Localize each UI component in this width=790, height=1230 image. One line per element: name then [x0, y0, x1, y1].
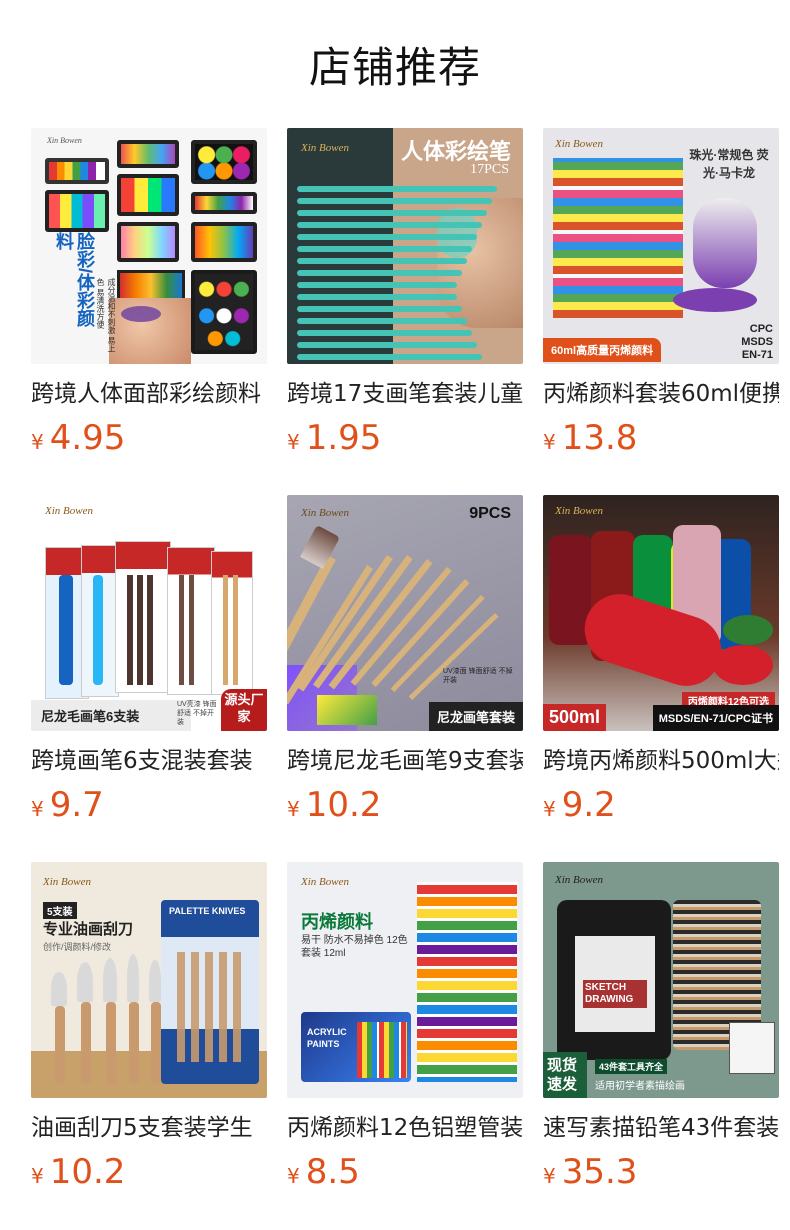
- product-title[interactable]: 跨境画笔6支混装套装: [31, 747, 267, 775]
- product-image-main-text: 丙烯颜料: [301, 912, 373, 932]
- price-value: 9.2: [561, 785, 616, 825]
- product-image-side-text: 成分温和不刺激 易上色 易清洗方便: [96, 278, 116, 353]
- product-title[interactable]: 跨境丙烯颜料500ml大瓶: [543, 747, 779, 775]
- product-card[interactable]: Xin Bowen 珠光·常规色 荧光·马卡龙 60ml高质量丙烯颜料 CPC …: [543, 128, 779, 495]
- brand-logo: Xin Bowen: [301, 507, 349, 519]
- product-image[interactable]: Xin Bowen 尼龙毛画笔6支装 UV亮漆 锋面舒适 不掉开装 源头厂家: [31, 495, 267, 731]
- product-title[interactable]: 速写素描铅笔43件套装: [543, 1114, 779, 1142]
- page-header: 店铺推荐: [0, 0, 790, 128]
- price-value: 10.2: [305, 785, 382, 825]
- product-price: ¥ 10.2: [287, 785, 523, 825]
- product-image-badge: MSDS/EN-71/CPC证书: [652, 705, 779, 731]
- product-image[interactable]: Xin Bowen 9PCS UV漆面 锋面舒适 不掉开装 尼龙画笔套装: [287, 495, 523, 731]
- product-card[interactable]: Xin Bowen 人体彩绘笔 17PCS 跨境17支画笔套装儿童 ¥ 1.95: [287, 128, 523, 495]
- product-image-badge: SKETCH DRAWING: [583, 980, 647, 1008]
- product-image-main-text: 现货速发: [543, 1052, 587, 1098]
- product-price: ¥ 10.2: [31, 1152, 267, 1192]
- product-image[interactable]: Xin Bowen 珠光·常规色 荧光·马卡龙 60ml高质量丙烯颜料 CPC …: [543, 128, 779, 364]
- product-image[interactable]: Xin Bowen 人体彩绘笔 17PCS: [287, 128, 523, 364]
- product-price: ¥ 1.95: [287, 418, 523, 458]
- brand-logo: Xin Bowen: [555, 138, 603, 150]
- product-image[interactable]: Xin Bowen 丙烯颜料12色可选 500ml MSDS/EN-71/CPC…: [543, 495, 779, 731]
- product-image-main-text: 60ml高质量丙烯颜料: [543, 338, 662, 362]
- product-image-badge: ACRYLIC PAINTS: [307, 1027, 347, 1049]
- product-price: ¥ 4.95: [31, 418, 267, 458]
- currency-symbol: ¥: [543, 430, 556, 454]
- currency-symbol: ¥: [31, 797, 44, 821]
- product-image-side-text: 43件套工具齐全: [595, 1059, 668, 1074]
- brand-logo: Xin Bowen: [301, 142, 349, 154]
- page-title: 店铺推荐: [308, 42, 481, 92]
- product-image[interactable]: Xin Bowen SKETCH DRAWING 现货速发 43件套工具齐全 适…: [543, 862, 779, 1098]
- price-value: 1.95: [305, 418, 382, 458]
- product-price: ¥ 8.5: [287, 1152, 523, 1192]
- price-value: 9.7: [49, 785, 104, 825]
- product-image-side-text: 源头厂家: [221, 689, 267, 731]
- product-price: ¥ 9.7: [31, 785, 267, 825]
- currency-symbol: ¥: [287, 797, 300, 821]
- product-image-side-text: 17PCS: [470, 162, 509, 177]
- product-image[interactable]: Xin Bowen 5支装 专业油画刮刀 创作/调颜料/修改 PALETTE K…: [31, 862, 267, 1098]
- brand-logo: Xin Bowen: [47, 136, 82, 145]
- product-title[interactable]: 丙烯颜料12色铝塑管装: [287, 1114, 523, 1142]
- product-card[interactable]: Xin Bowen 丙烯颜料12色可选 500ml MSDS/EN-71/CPC…: [543, 495, 779, 862]
- brand-logo: Xin Bowen: [301, 876, 349, 888]
- price-value: 10.2: [49, 1152, 126, 1192]
- product-grid: Xin Bowen 脸彩/体彩颜料 成分温和不刺激 易上色 易清洗方便 跨境人体…: [0, 128, 790, 1229]
- currency-symbol: ¥: [31, 430, 44, 454]
- currency-symbol: ¥: [31, 1164, 44, 1188]
- product-image-badge: CPC MSDS EN-71: [741, 323, 773, 361]
- product-image-small-text: 创作/调颜料/修改: [43, 942, 112, 952]
- brand-logo: Xin Bowen: [555, 874, 603, 886]
- product-title[interactable]: 跨境人体面部彩绘颜料: [31, 380, 267, 408]
- product-image[interactable]: Xin Bowen 丙烯颜料 易干 防水不易掉色 12色套装 12ml ACRY…: [287, 862, 523, 1098]
- product-image-side-text: 珠光·常规色 荧光·马卡龙: [689, 148, 769, 180]
- product-image-small-text: UV亮漆 锋面舒适 不掉开装: [177, 701, 217, 726]
- product-image-main-text: 专业油画刮刀: [43, 921, 134, 938]
- product-image-side-text: 5支装: [43, 902, 77, 919]
- product-card[interactable]: Xin Bowen 5支装 专业油画刮刀 创作/调颜料/修改 PALETTE K…: [31, 862, 267, 1229]
- currency-symbol: ¥: [287, 430, 300, 454]
- currency-symbol: ¥: [287, 1164, 300, 1188]
- product-image-main-text: 尼龙毛画笔6支装: [31, 700, 191, 731]
- product-image-side-text: 9PCS: [469, 505, 511, 522]
- product-image-small-text: 适用初学者素描绘画: [595, 1081, 685, 1092]
- product-image-main-text: 500ml: [543, 704, 607, 731]
- product-card[interactable]: Xin Bowen SKETCH DRAWING 现货速发 43件套工具齐全 适…: [543, 862, 779, 1229]
- product-card[interactable]: Xin Bowen 9PCS UV漆面 锋面舒适 不掉开装 尼龙画笔套装 跨境尼…: [287, 495, 523, 862]
- product-price: ¥ 9.2: [543, 785, 779, 825]
- brand-logo: Xin Bowen: [555, 505, 603, 517]
- product-image-badge: PALETTE KNIVES: [169, 906, 246, 916]
- product-image-main-text: 尼龙画笔套装: [428, 702, 523, 731]
- product-title[interactable]: 跨境尼龙毛画笔9支套装: [287, 747, 523, 775]
- product-card[interactable]: Xin Bowen 尼龙毛画笔6支装 UV亮漆 锋面舒适 不掉开装 源头厂家 跨…: [31, 495, 267, 862]
- product-title[interactable]: 跨境17支画笔套装儿童: [287, 380, 523, 408]
- product-card[interactable]: Xin Bowen 脸彩/体彩颜料 成分温和不刺激 易上色 易清洗方便 跨境人体…: [31, 128, 267, 495]
- product-price: ¥ 13.8: [543, 418, 779, 458]
- price-value: 13.8: [561, 418, 638, 458]
- currency-symbol: ¥: [543, 797, 556, 821]
- product-image-small-text: UV漆面 锋面舒适 不掉开装: [443, 668, 513, 684]
- product-card[interactable]: Xin Bowen 丙烯颜料 易干 防水不易掉色 12色套装 12ml ACRY…: [287, 862, 523, 1229]
- product-title[interactable]: 油画刮刀5支套装学生: [31, 1114, 267, 1142]
- product-price: ¥ 35.3: [543, 1152, 779, 1192]
- currency-symbol: ¥: [543, 1164, 556, 1188]
- product-image[interactable]: Xin Bowen 脸彩/体彩颜料 成分温和不刺激 易上色 易清洗方便: [31, 128, 267, 364]
- brand-logo: Xin Bowen: [45, 505, 93, 517]
- brand-logo: Xin Bowen: [43, 876, 91, 888]
- price-value: 8.5: [305, 1152, 360, 1192]
- product-title[interactable]: 丙烯颜料套装60ml便携: [543, 380, 779, 408]
- price-value: 35.3: [561, 1152, 638, 1192]
- product-image-side-text: 易干 防水不易掉色 12色套装 12ml: [301, 935, 408, 959]
- price-value: 4.95: [49, 418, 126, 458]
